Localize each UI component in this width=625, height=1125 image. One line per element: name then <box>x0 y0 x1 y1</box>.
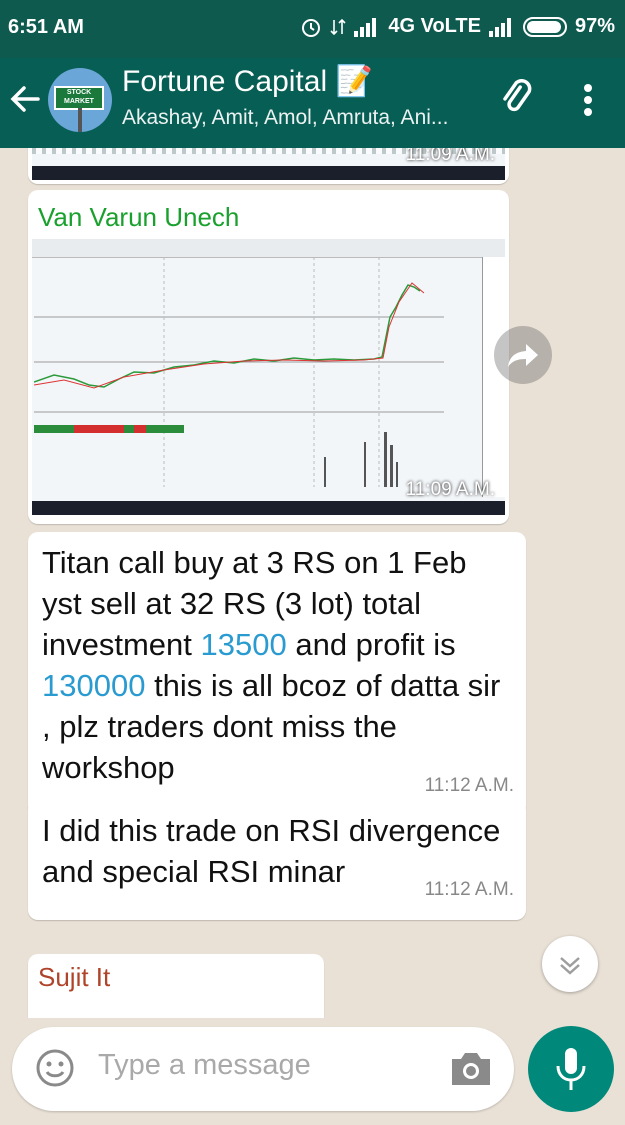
chart-toolbar <box>32 239 505 258</box>
chevron-down-icon <box>560 957 580 975</box>
sender-name[interactable]: Sujit It <box>28 954 324 999</box>
message-input[interactable]: Type a message <box>98 1049 311 1082</box>
status-icons: 4G VoLTE 97% <box>300 15 615 38</box>
network-label: 4G VoLTE <box>388 15 481 37</box>
message-time: 11:12 A.M. <box>424 879 514 900</box>
text-message[interactable]: Titan call buy at 3 RS on 1 Feb yst sell… <box>28 532 526 816</box>
chat-participants[interactable]: Akashay, Amit, Amol, Amruta, Ani... <box>122 106 448 130</box>
scroll-down-button[interactable] <box>542 936 598 992</box>
message-time: 11:09 A.M. <box>405 148 495 165</box>
battery-level: 97% <box>574 15 615 37</box>
partial-message[interactable]: Sujit It <box>28 954 324 1018</box>
text-message[interactable]: I did this trade on RSI divergence and s… <box>28 800 526 920</box>
battery-icon <box>522 16 567 37</box>
avatar-sign: STOCK MARKET <box>54 86 104 110</box>
image-message[interactable]: Van Varun Unech 11:09 A.M. <box>28 190 509 524</box>
alarm-icon <box>302 18 321 37</box>
sender-name[interactable]: Van Varun Unech <box>32 194 505 237</box>
message-composer[interactable]: Type a message <box>12 1027 514 1111</box>
taskbar <box>32 166 505 180</box>
data-transfer-icon <box>330 18 346 35</box>
signal-icon-2 <box>488 17 511 37</box>
camera-icon[interactable] <box>448 1047 494 1089</box>
message-text: and profit is <box>286 627 456 662</box>
paperclip-icon[interactable] <box>496 78 536 118</box>
emoji-icon[interactable] <box>34 1047 76 1089</box>
image-message[interactable]: 11:09 A.M. <box>28 148 509 184</box>
taskbar <box>32 501 505 515</box>
chat-header: STOCK MARKET Fortune Capital 📝 Akashay, … <box>0 58 625 148</box>
signal-icon <box>354 17 377 37</box>
microphone-icon <box>556 1048 586 1090</box>
more-vertical-icon[interactable] <box>578 80 598 120</box>
status-time: 6:51 AM <box>8 16 84 38</box>
forward-icon <box>508 344 538 367</box>
message-time: 11:09 A.M. <box>405 479 495 500</box>
group-avatar[interactable]: STOCK MARKET <box>48 68 112 132</box>
phone-link[interactable]: 13500 <box>201 627 287 662</box>
chart-screenshot[interactable]: 11:09 A.M. <box>32 239 505 515</box>
chat-title[interactable]: Fortune Capital 📝 <box>122 64 373 99</box>
mic-button[interactable] <box>528 1026 614 1112</box>
chat-area[interactable]: 11:09 A.M. Van Varun Unech 11:09 A.M. Ti… <box>0 148 625 1018</box>
status-bar: 6:51 AM 4G VoLTE 97% <box>0 0 625 58</box>
arrow-left-icon[interactable] <box>8 82 42 116</box>
chart-screenshot[interactable]: 11:09 A.M. <box>32 148 505 180</box>
price-chart <box>34 257 444 487</box>
forward-button[interactable] <box>494 326 552 384</box>
avatar-pole <box>78 108 82 132</box>
phone-link[interactable]: 130000 <box>42 668 145 703</box>
